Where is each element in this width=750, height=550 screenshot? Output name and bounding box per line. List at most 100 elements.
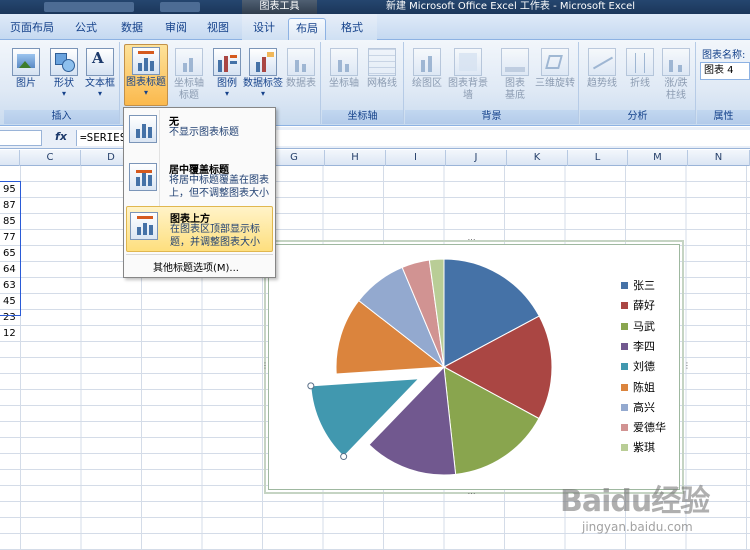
menu-item-desc: 在图表区顶部显示标题，并调整图表大小	[170, 224, 260, 248]
insert-textbox-button[interactable]: A 文本框 ▾	[80, 46, 120, 98]
group-background-label: 背景	[405, 110, 578, 124]
column-header[interactable]: K	[507, 150, 568, 166]
more-title-options-link[interactable]: 其他标题选项(M)...	[153, 259, 239, 274]
ribbon-tabs: 页面布局 公式 数据 审阅 视图 设计 布局 格式	[0, 14, 750, 40]
tab-design[interactable]: 设计	[246, 18, 282, 40]
group-analysis-label: 分析	[580, 110, 695, 124]
column-header[interactable]: N	[688, 150, 750, 166]
column-header[interactable]: I	[386, 150, 446, 166]
column-header[interactable]: M	[628, 150, 688, 166]
resize-handle[interactable]: ⋯	[467, 490, 476, 498]
axes-label: 坐标轴	[329, 78, 359, 89]
lines-button[interactable]: 折线	[620, 46, 660, 90]
plot-area-button[interactable]: 绘图区	[407, 46, 447, 90]
resize-handle[interactable]: ⋯	[467, 236, 476, 244]
chevron-down-icon: ▾	[143, 88, 148, 97]
chart-floor-button[interactable]: 图表 基底	[495, 46, 535, 102]
insert-function-icon[interactable]: fx	[52, 130, 70, 145]
insert-shapes-button[interactable]: 形状 ▾	[44, 46, 84, 98]
trendline-button[interactable]: 趋势线	[582, 46, 622, 90]
baidu-watermark: Baidu经验 jingyan.baidu.com	[560, 472, 745, 544]
data-range-highlight	[0, 181, 21, 316]
menu-item-centered-overlay[interactable]: 居中覆盖标题 将居中标题覆盖在图表上，但不调整图表大小	[126, 158, 273, 204]
legend-label: 李四	[633, 339, 655, 353]
3d-rotation-button[interactable]: 三维旋转	[533, 46, 577, 90]
legend-swatch	[621, 403, 628, 411]
tab-data[interactable]: 数据	[112, 18, 152, 40]
cell[interactable]: 12	[3, 326, 21, 342]
tab-view[interactable]: 视图	[200, 18, 236, 40]
axes-button[interactable]: 坐标轴	[324, 46, 364, 90]
plot-area-icon	[413, 48, 441, 76]
chevron-down-icon: ▾	[97, 89, 102, 98]
tab-layout[interactable]: 布局	[288, 18, 326, 40]
data-table-button[interactable]: 数据表	[281, 46, 321, 90]
legend-icon	[213, 48, 241, 76]
textbox-icon: A	[86, 48, 114, 76]
slice-selection-handle[interactable]	[340, 453, 348, 461]
name-box[interactable]	[0, 130, 42, 146]
chart-title-label: 图表标题	[126, 77, 166, 88]
legend-label: 爱德华	[633, 421, 666, 435]
insert-picture-button[interactable]: 图片	[6, 46, 46, 90]
pie-chart[interactable]: 张三 薛好 马武 李四 刘德 陈姐 高兴 爱德华 紫琪	[268, 244, 680, 490]
column-header[interactable]: H	[325, 150, 386, 166]
gridlines-button[interactable]: 网格线	[362, 46, 402, 90]
watermark-text: Baidu经验	[560, 484, 710, 519]
chart-tools-context-label: 图表工具	[242, 0, 317, 14]
column-headers: C D E F G H I J K L M N	[0, 150, 750, 166]
shapes-icon	[50, 48, 78, 76]
group-insert-label: 插入	[4, 110, 119, 124]
picture-icon	[12, 48, 40, 76]
blurred-title-text	[160, 2, 200, 12]
pie-chart-plot[interactable]	[269, 245, 679, 489]
chart-wall-button[interactable]: 图表背景墙	[445, 46, 491, 102]
trendline-label: 趋势线	[587, 78, 617, 89]
tab-page-layout[interactable]: 页面布局	[4, 18, 60, 40]
tab-formulas[interactable]: 公式	[66, 18, 106, 40]
legend-label: 高兴	[633, 400, 655, 414]
insert-picture-label: 图片	[16, 78, 36, 89]
column-header[interactable]: C	[20, 150, 81, 166]
data-table-label: 数据表	[286, 78, 316, 89]
blurred-title-text	[44, 2, 134, 12]
data-labels-label: 数据标签	[243, 78, 283, 89]
group-insert: 图片 形状 ▾ A 文本框 ▾ 插入	[4, 42, 120, 124]
legend-swatch	[621, 322, 628, 330]
up-down-bars-button[interactable]: 涨/跌 柱线	[656, 46, 696, 102]
3d-rotation-icon	[541, 48, 569, 76]
legend-swatch	[621, 302, 628, 310]
axes-icon	[330, 48, 358, 76]
lines-icon	[626, 48, 654, 76]
tab-format[interactable]: 格式	[332, 18, 372, 40]
axis-titles-button[interactable]: 坐标轴 标题	[169, 46, 209, 102]
column-header-b[interactable]	[0, 150, 20, 166]
legend-label: 马武	[633, 319, 655, 333]
insert-shapes-label: 形状	[54, 78, 74, 89]
menu-item-above-chart[interactable]: 图表上方 在图表区顶部显示标题，并调整图表大小	[126, 206, 273, 252]
ribbon: 图片 形状 ▾ A 文本框 ▾ 插入 图表标题 ▾ 坐标轴 标题 图例 ▾ 数据…	[0, 40, 750, 126]
chart-title-icon	[132, 47, 160, 75]
formula-bar: fx =SERIES( eet1!$B$2:$B$10,1)	[0, 127, 750, 149]
chart-overlay-title-icon	[129, 163, 157, 191]
slice-selection-handle[interactable]	[307, 382, 315, 390]
column-header[interactable]: J	[446, 150, 507, 166]
column-header[interactable]: L	[568, 150, 628, 166]
group-analysis: 趋势线 折线 涨/跌 柱线 分析	[580, 42, 696, 124]
menu-item-desc: 将居中标题覆盖在图表上，但不调整图表大小	[169, 175, 269, 199]
chart-title-button[interactable]: 图表标题 ▾	[124, 44, 168, 106]
chart-name-input[interactable]: 图表 4	[700, 62, 750, 80]
chart-no-title-icon	[129, 115, 157, 143]
resize-handle[interactable]: ⋮	[261, 362, 269, 372]
tab-review[interactable]: 审阅	[158, 18, 194, 40]
plot-area-label: 绘图区	[412, 78, 442, 89]
menu-item-none[interactable]: 无 不显示图表标题	[126, 110, 273, 156]
data-labels-icon	[249, 48, 277, 76]
resize-handle[interactable]: ⋮	[683, 362, 691, 372]
chart-title-above-icon	[130, 212, 158, 240]
group-axes: 坐标轴 网格线 坐标轴	[322, 42, 404, 124]
legend-label: 张三	[633, 279, 655, 292]
data-labels-button[interactable]: 数据标签 ▾	[241, 46, 285, 98]
chart-wall-icon	[454, 48, 482, 76]
insert-textbox-label: 文本框	[85, 78, 115, 89]
